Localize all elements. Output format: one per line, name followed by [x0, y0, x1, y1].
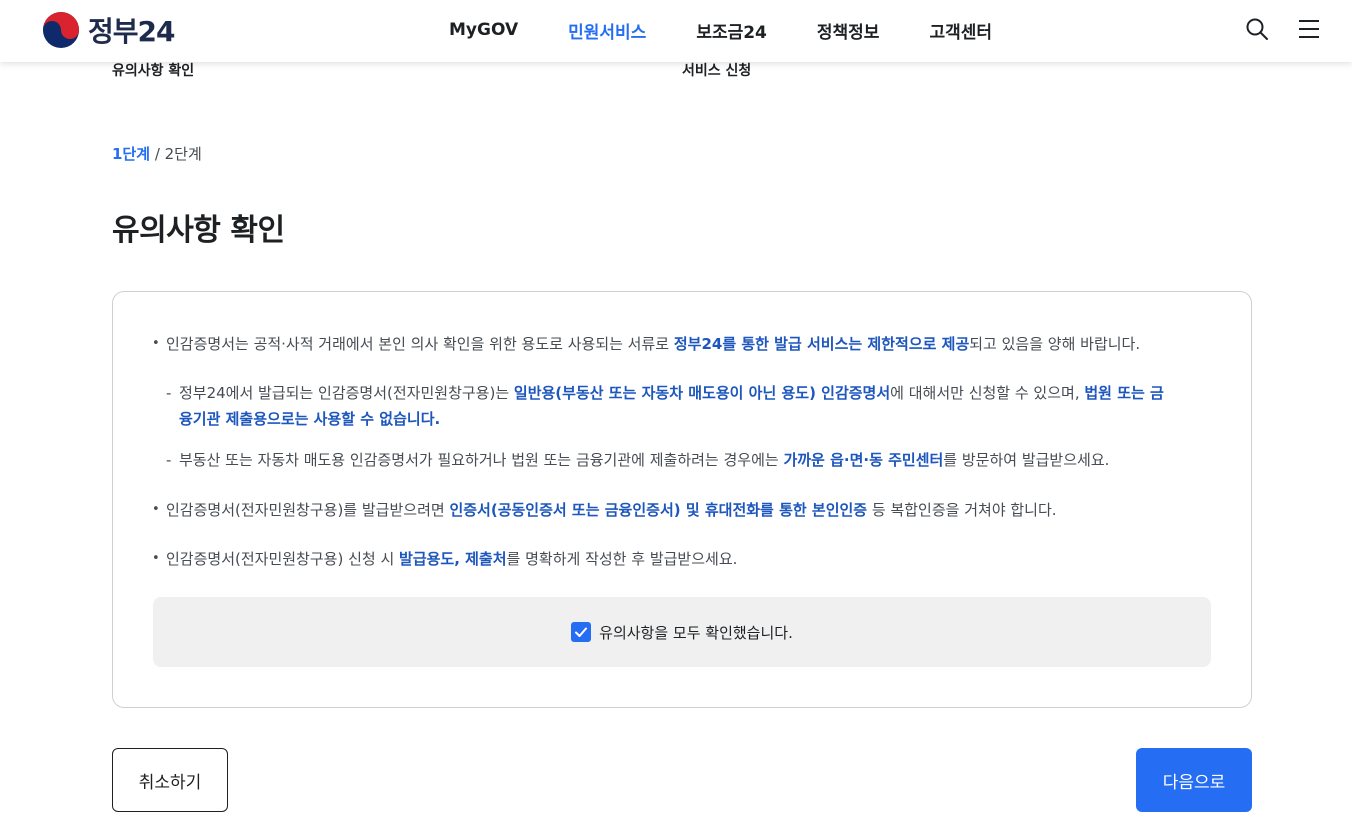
notice-text: 정부24에서 발급되는 인감증명서(전자민원창구용)는	[179, 384, 514, 402]
notice-text: 되고 있음을 양해 바랍니다.	[969, 335, 1141, 353]
page-title: 유의사항 확인	[112, 213, 285, 248]
notice-subitem: 정부24에서 발급되는 인감증명서(전자민원창구용)는 일반용(부동산 또는 자…	[166, 379, 1164, 407]
notice-text: 등 복합인증을 거쳐야 합니다.	[867, 501, 1057, 519]
notice-highlight: 법원 또는 금	[1084, 384, 1164, 402]
confirm-area: 유의사항을 모두 확인했습니다.	[153, 597, 1211, 667]
notice-item: 인감증명서(전자민원창구용)를 발급받으려면 인증서(공동인증서 또는 금융인증…	[152, 496, 1057, 524]
next-button[interactable]: 다음으로	[1136, 748, 1252, 812]
notice-text: 인감증명서는 공적·사적 거래에서 본인 의사 확인을 위한 용도로 사용되는 …	[166, 335, 674, 353]
notice-text: 인감증명서(전자민원창구용) 신청 시	[166, 550, 400, 568]
nav-item-civil-service[interactable]: 민원서비스	[568, 18, 646, 43]
nav-item-mygov[interactable]: MyGOV	[449, 20, 518, 40]
notice-highlight: 가까운 읍·면·동 주민센터	[783, 451, 944, 469]
menu-icon[interactable]	[1296, 16, 1322, 42]
notice-item: 인감증명서(전자민원창구용) 신청 시 발급용도, 제출처를 명확하게 작성한 …	[152, 545, 738, 573]
notice-subitem-continued: 융기관 제출용으로는 사용할 수 없습니다.	[179, 405, 440, 433]
notice-item: 인감증명서는 공적·사적 거래에서 본인 의사 확인을 위한 용도로 사용되는 …	[152, 330, 1141, 358]
nav-item-subsidy24[interactable]: 보조금24	[696, 18, 767, 43]
notice-highlight: 일반용(부동산 또는 자동차 매도용이 아닌 용도) 인감증명서	[513, 384, 891, 402]
notice-text: 를 명확하게 작성한 후 발급받으세요.	[506, 550, 738, 568]
step-indicator: 1단계 / 2단계	[112, 143, 202, 164]
nav-item-policy-info[interactable]: 정책정보	[817, 18, 880, 43]
notice-text: 를 방문하여 발급받으세요.	[943, 451, 1110, 469]
step-separator: /	[150, 145, 165, 163]
logo-text: 정부24	[88, 15, 175, 48]
current-step: 1단계	[112, 145, 151, 163]
notice-box: 인감증명서는 공적·사적 거래에서 본인 의사 확인을 위한 용도로 사용되는 …	[112, 291, 1252, 708]
confirm-checkbox[interactable]	[571, 622, 592, 642]
notice-text: 인감증명서(전자민원창구용)를 발급받으려면	[166, 501, 450, 519]
confirm-label[interactable]: 유의사항을 모두 확인했습니다.	[599, 622, 793, 643]
main-nav: MyGOV 민원서비스 보조금24 정책정보 고객센터	[449, 0, 1042, 60]
notice-highlight: 인증서(공동인증서 또는 금융인증서) 및 휴대전화를 통한 본인인증	[449, 501, 868, 519]
next-step: 2단계	[164, 145, 202, 163]
notice-text: 부동산 또는 자동차 매도용 인감증명서가 필요하거나 법원 또는 금융기관에 …	[179, 451, 784, 469]
step-label-1: 유의사항 확인	[112, 63, 195, 79]
notice-text: 에 대해서만 신청할 수 있으며,	[890, 384, 1085, 402]
nav-item-customer-center[interactable]: 고객센터	[929, 18, 992, 43]
cancel-button[interactable]: 취소하기	[112, 748, 228, 812]
search-icon[interactable]	[1244, 16, 1270, 42]
notice-highlight: 융기관 제출용으로는 사용할 수 없습니다.	[179, 410, 441, 428]
logo[interactable]: 정부24	[42, 10, 175, 50]
notice-subitem: 부동산 또는 자동차 매도용 인감증명서가 필요하거나 법원 또는 금융기관에 …	[166, 446, 1110, 474]
step-label-2: 서비스 신청	[682, 63, 752, 79]
site-header: 정부24 MyGOV 민원서비스 보조금24 정책정보 고객센터	[0, 0, 1352, 62]
checkmark-icon	[575, 627, 588, 637]
notice-highlight: 정부24를 통한 발급 서비스는 제한적으로 제공	[673, 335, 970, 353]
taegeuk-logo-icon	[42, 11, 80, 49]
header-actions	[1244, 16, 1322, 42]
notice-highlight: 발급용도, 제출처	[399, 550, 507, 568]
